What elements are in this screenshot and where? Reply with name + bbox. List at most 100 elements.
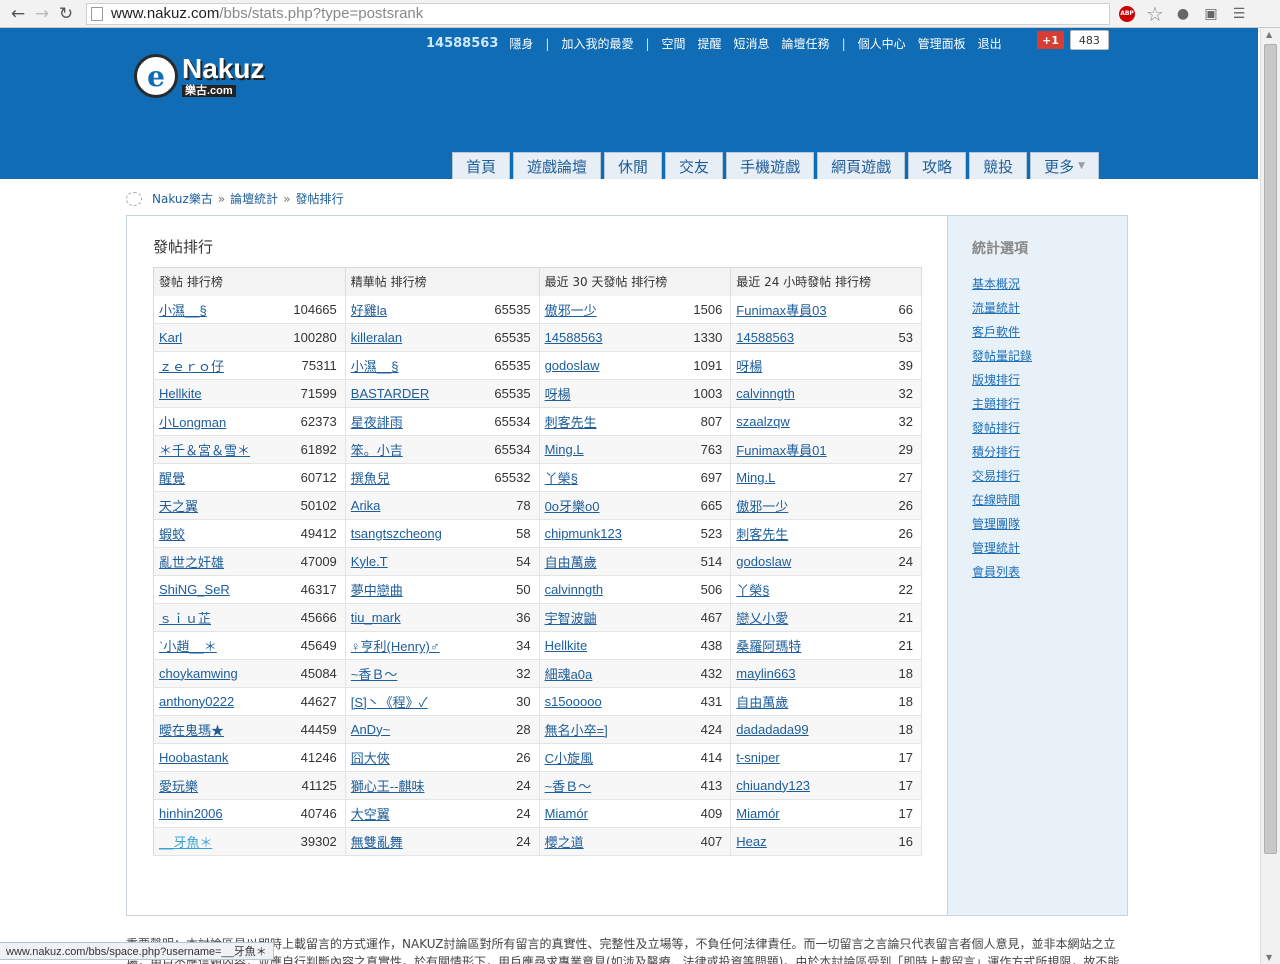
user-link[interactable]: tsangtszcheong (351, 526, 442, 541)
scrollbar-thumb[interactable] (1264, 44, 1277, 854)
user-link[interactable]: Hoobastank (159, 750, 228, 765)
user-link[interactable]: 細魂a0a (545, 667, 593, 682)
user-link[interactable]: 無雙亂舞 (351, 835, 403, 850)
sidebar-item-traffic[interactable]: 流量統計 (972, 296, 1103, 320)
sidebar-item-forum-rank[interactable]: 版塊排行 (972, 368, 1103, 392)
user-link[interactable]: t-sniper (736, 750, 779, 765)
user-link[interactable]: Miamór (545, 806, 588, 821)
user-link[interactable]: s15ooooo (545, 694, 602, 709)
sidebar-item-thread-rank[interactable]: 主題排行 (972, 392, 1103, 416)
user-link[interactable]: Kyle.T (351, 554, 388, 569)
user-link[interactable]: calvinngth (736, 386, 795, 401)
user-link[interactable]: Hellkite (159, 386, 202, 401)
user-link[interactable]: calvinngth (545, 582, 604, 597)
user-link[interactable]: 桑羅阿瑪特 (736, 639, 801, 654)
sidebar-item-overview[interactable]: 基本概況 (972, 272, 1103, 296)
user-link[interactable]: 自由萬歲 (545, 555, 597, 570)
link-messages[interactable]: 短消息 (734, 35, 770, 52)
user-id[interactable]: 14588563 (426, 36, 498, 51)
link-add-favorite[interactable]: 加入我的最愛 (561, 35, 633, 52)
scroll-up-icon[interactable]: ▲ (1266, 30, 1272, 39)
user-link[interactable]: 自由萬歲 (736, 695, 788, 710)
user-link[interactable]: choykamwing (159, 666, 238, 681)
user-link[interactable]: 好雞la (351, 303, 387, 318)
link-admin-panel[interactable]: 管理面板 (918, 35, 966, 52)
user-link[interactable]: 戀乂小愛 (736, 611, 788, 626)
user-link[interactable]: 囧大俠 (351, 751, 390, 766)
user-link[interactable]: ~香Ｂ～ (545, 779, 592, 794)
user-link[interactable]: ♀亨利(Henry)♂ (351, 639, 440, 654)
tab-leisure[interactable]: 休閒 (604, 152, 663, 179)
user-link[interactable]: ShiNG_SeR (159, 582, 230, 597)
user-link[interactable]: godoslaw (736, 554, 791, 569)
user-link[interactable]: 無名小卒=] (545, 723, 608, 738)
user-link[interactable]: 蝦蛟 (159, 527, 185, 542)
user-link[interactable]: Funimax專員03 (736, 303, 826, 318)
user-link[interactable]: Karl (159, 330, 182, 345)
breadcrumb-stats[interactable]: 論壇統計 (230, 190, 278, 207)
user-link[interactable]: godoslaw (545, 358, 600, 373)
user-link[interactable]: tiu_mark (351, 610, 401, 625)
extension-icon[interactable]: ● (1172, 3, 1194, 25)
user-link[interactable]: [S]丶《程》✓ (351, 695, 428, 710)
user-link[interactable]: Miamór (736, 806, 779, 821)
user-link[interactable]: 愛玩樂 (159, 779, 198, 794)
user-link[interactable]: killeralan (351, 330, 402, 345)
user-link[interactable]: AnDy~ (351, 722, 390, 737)
site-logo[interactable]: e Nakuz 樂古.com (134, 54, 264, 98)
reload-icon[interactable]: ↻ (54, 3, 78, 25)
sidebar-item-team[interactable]: 管理團隊 (972, 512, 1103, 536)
user-link[interactable]: 夢中戀曲 (351, 583, 403, 598)
user-link[interactable]: Ming.L (545, 442, 584, 457)
user-link[interactable]: 天之翼 (159, 499, 198, 514)
user-link[interactable]: 刺客先生 (736, 527, 788, 542)
tab-mobile-games[interactable]: 手機遊戲 (726, 152, 815, 179)
sidebar-item-client[interactable]: 客戶軟件 (972, 320, 1103, 344)
user-link[interactable]: 丫榮§ (545, 471, 578, 486)
page-scrollbar[interactable]: ▲ ▼ (1260, 28, 1280, 964)
user-link[interactable]: maylin663 (736, 666, 795, 681)
scroll-down-icon[interactable]: ▼ (1266, 953, 1272, 962)
forward-arrow-icon[interactable]: → (30, 3, 54, 25)
user-link[interactable]: 刺客先生 (545, 415, 597, 430)
user-link[interactable]: 櫻之道 (545, 835, 584, 850)
user-link[interactable]: 醒覺 (159, 471, 185, 486)
google-plus-button[interactable]: +1 (1037, 31, 1064, 49)
user-link[interactable]: szaalzqw (736, 414, 789, 429)
tab-home[interactable]: 首頁 (452, 152, 511, 179)
user-link[interactable]: 獅心王--麒味 (351, 779, 425, 794)
user-link[interactable]: 傲邪一少 (736, 499, 788, 514)
user-link[interactable]: hinhin2006 (159, 806, 223, 821)
user-link[interactable]: BASTARDER (351, 386, 430, 401)
tab-auction[interactable]: 競投 (969, 152, 1028, 179)
adblock-icon[interactable]: ABP (1116, 3, 1138, 25)
user-link[interactable]: ˋ小趙__＊ (159, 639, 217, 654)
link-notifications[interactable]: 提醒 (698, 35, 722, 52)
tab-social[interactable]: 交友 (665, 152, 724, 179)
user-link[interactable]: 0o牙樂o0 (545, 499, 600, 514)
breadcrumb-home[interactable]: Nakuz樂古 (152, 190, 213, 207)
user-link[interactable]: 丫榮§ (736, 583, 769, 598)
user-link[interactable]: Hellkite (545, 638, 588, 653)
user-link[interactable]: 笨。小吉 (351, 443, 403, 458)
user-link[interactable]: 小濕__§ (159, 303, 207, 318)
user-link[interactable]: anthony0222 (159, 694, 234, 709)
user-link[interactable]: ｚｅｒｏ仔 (159, 359, 224, 374)
user-link[interactable]: Arika (351, 498, 381, 513)
user-link[interactable]: Ming.L (736, 470, 775, 485)
user-link[interactable]: ＊千＆宮＆雪＊ (159, 443, 250, 458)
sidebar-item-mod-stats[interactable]: 管理統計 (972, 536, 1103, 560)
sidebar-item-post-rank[interactable]: 發帖排行 (972, 416, 1103, 440)
tab-guides[interactable]: 攻略 (908, 152, 967, 179)
user-link[interactable]: 宇智波鼬 (545, 611, 597, 626)
user-link[interactable]: 撰魚兒 (351, 471, 390, 486)
link-tasks[interactable]: 論壇任務 (782, 35, 830, 52)
user-link[interactable]: 小濕__§ (351, 359, 399, 374)
sidebar-item-post-log[interactable]: 發帖量記錄 (972, 344, 1103, 368)
user-link[interactable]: Funimax專員01 (736, 443, 826, 458)
menu-icon[interactable]: ☰ (1228, 3, 1250, 25)
user-link[interactable]: __牙魚＊ (159, 835, 212, 850)
tab-game-forum[interactable]: 遊戲論壇 (513, 152, 602, 179)
link-logout[interactable]: 退出 (978, 35, 1002, 52)
breadcrumb-current[interactable]: 發帖排行 (296, 190, 344, 207)
